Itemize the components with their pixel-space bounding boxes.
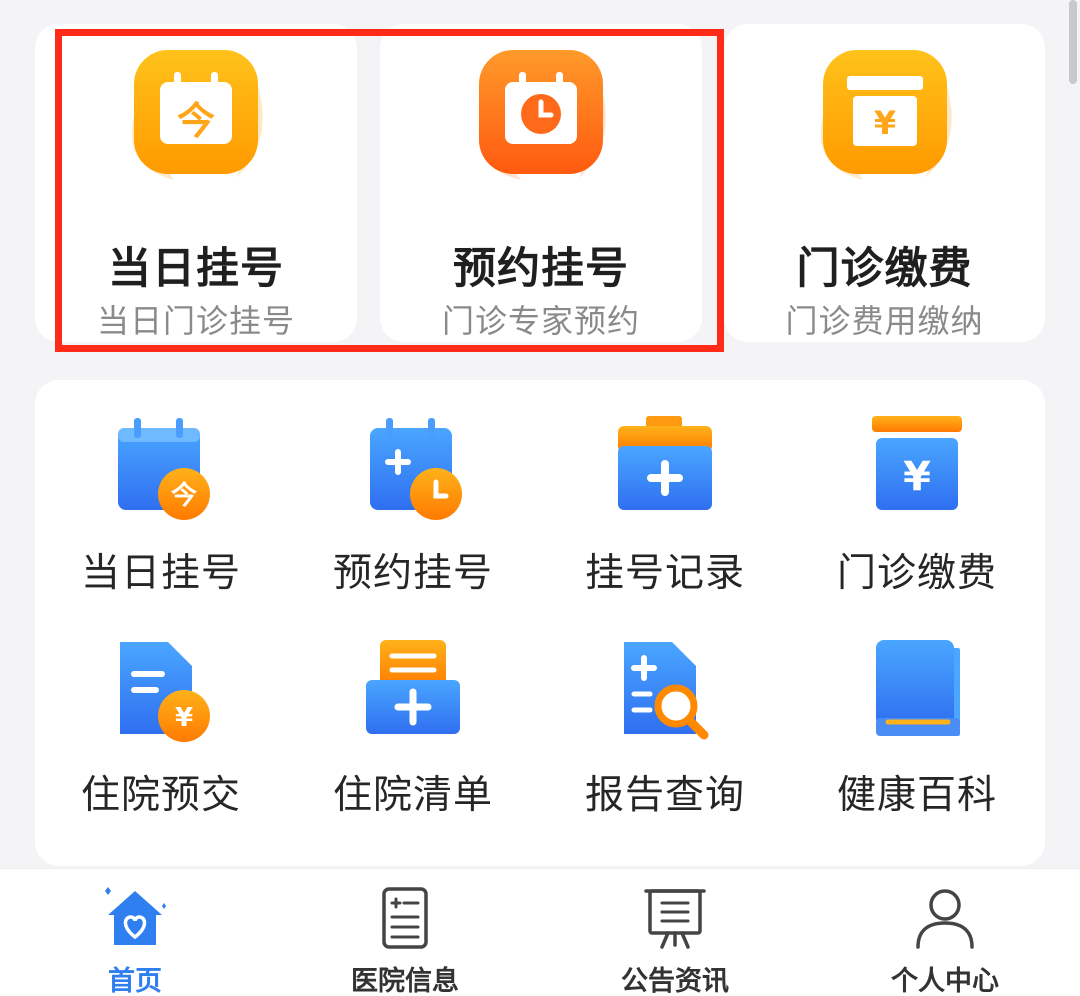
calendar-today-icon: 今 xyxy=(118,418,210,520)
scrollbar[interactable] xyxy=(1069,0,1077,84)
grid-item-label: 住院预交 xyxy=(80,773,241,818)
calendar-clock-icon xyxy=(478,50,606,180)
service-grid: 今 当日挂号 预约挂号 挂号记录 ¥ 门诊缴费 ¥ 住院预交 住院清单 报告查询… xyxy=(35,380,1045,866)
grid-item-label: 预约挂号 xyxy=(332,551,493,596)
card-title: 当日挂号 xyxy=(108,244,284,294)
card-icon-glyph: 今 xyxy=(177,99,215,143)
health-book-icon xyxy=(876,640,960,736)
calendar-clock-icon xyxy=(370,418,462,520)
nav-label: 首页 xyxy=(108,966,162,996)
payment-box-icon: ¥ xyxy=(872,416,962,510)
card-appointment-registration[interactable]: 预约挂号 门诊专家预约 xyxy=(380,24,702,342)
card-title: 门诊缴费 xyxy=(796,244,973,294)
announcement-board-icon xyxy=(644,889,706,949)
grid-item-outpatient-payment[interactable]: ¥ 门诊缴费 xyxy=(791,416,1043,596)
grid-item-appointment-registration[interactable]: 预约挂号 xyxy=(287,416,539,596)
nav-label: 个人中心 xyxy=(891,966,999,996)
grid-icon-glyph: ¥ xyxy=(903,454,931,500)
person-icon xyxy=(916,889,974,949)
home-heart-icon xyxy=(105,887,166,945)
card-icon-glyph: ¥ xyxy=(873,104,895,142)
grid-icon-glyph: ¥ xyxy=(175,703,193,733)
grid-item-report-query[interactable]: 报告查询 xyxy=(539,638,791,818)
grid-item-inpatient-deposit[interactable]: ¥ 住院预交 xyxy=(35,638,287,818)
grid-item-label: 门诊缴费 xyxy=(836,551,997,596)
grid-item-health-encyclopedia[interactable]: 健康百科 xyxy=(791,638,1043,818)
nav-tab-announcements[interactable]: 公告资讯 xyxy=(540,869,810,996)
card-subtitle: 当日门诊挂号 xyxy=(96,302,295,340)
nav-tab-home[interactable]: 首页 xyxy=(0,869,270,996)
nav-label: 医院信息 xyxy=(351,966,459,996)
report-search-icon xyxy=(624,642,709,740)
grid-item-label: 挂号记录 xyxy=(584,551,745,596)
grid-icon-glyph: 今 xyxy=(171,480,197,511)
grid-item-same-day-registration[interactable]: 今 当日挂号 xyxy=(35,416,287,596)
card-subtitle: 门诊专家预约 xyxy=(441,302,640,340)
payment-box-icon: ¥ xyxy=(820,50,952,180)
card-same-day-registration[interactable]: 今 当日挂号 当日门诊挂号 xyxy=(35,24,357,342)
calendar-today-icon: 今 xyxy=(131,50,263,180)
grid-item-inpatient-list[interactable]: 住院清单 xyxy=(287,638,539,818)
grid-item-label: 健康百科 xyxy=(836,773,997,818)
hospital-info-icon xyxy=(382,887,428,949)
nav-tab-hospital-info[interactable]: 医院信息 xyxy=(270,869,540,996)
card-title: 预约挂号 xyxy=(453,244,629,294)
card-subtitle: 门诊费用缴纳 xyxy=(785,302,984,340)
nav-label: 公告资讯 xyxy=(621,966,729,996)
nav-tab-personal-center[interactable]: 个人中心 xyxy=(810,869,1080,996)
medical-folder-icon xyxy=(618,416,712,510)
bottom-navigation: 首页 医院信息 公告资讯 个人中心 xyxy=(0,868,1080,996)
inpatient-list-icon xyxy=(366,640,460,734)
grid-item-label: 报告查询 xyxy=(584,773,745,818)
grid-item-registration-records[interactable]: 挂号记录 xyxy=(539,416,791,596)
deposit-document-icon: ¥ xyxy=(120,642,210,742)
grid-item-label: 住院清单 xyxy=(332,773,493,818)
card-outpatient-payment[interactable]: ¥ 门诊缴费 门诊费用缴纳 xyxy=(724,24,1045,342)
grid-item-label: 当日挂号 xyxy=(80,551,241,596)
